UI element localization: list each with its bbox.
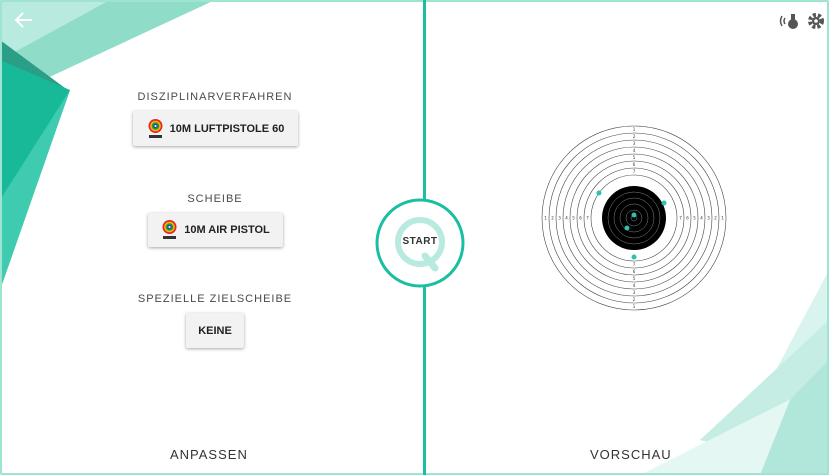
ring-number: 2 [633,297,636,302]
ring-number: 3 [558,216,561,221]
shot-marker [596,190,602,196]
ring-number: 1 [721,216,724,221]
target-label: SCHEIBE [187,193,243,205]
ring-number: 8 [595,216,598,221]
shot-marker [661,200,667,206]
ring-number: 7 [586,216,589,221]
ring-number: 5 [693,216,696,221]
ring-number: 6 [686,216,689,221]
ring-number: 1 [633,127,636,132]
ring-number: 1 [633,304,636,309]
issf-logo-icon [148,118,163,138]
ring-number: 8 [670,216,673,221]
ring-number: 2 [714,216,717,221]
ring-number: 6 [579,216,582,221]
top-toolbar [779,10,827,32]
special-target-select-button[interactable]: KEINE [186,313,244,348]
ring-number: 8 [633,178,636,183]
wireless-remote-icon[interactable] [779,10,801,32]
ring-number: 4 [633,148,636,153]
ring-number: 3 [633,290,636,295]
start-button[interactable]: START [375,198,465,288]
ring-number: 6 [633,269,636,274]
ring-number: 7 [679,216,682,221]
ring-number: 4 [633,283,636,288]
ring-number: 5 [572,216,575,221]
special-target-label: SPEZIELLE ZIELSCHEIBE [137,293,293,305]
target-black-center [602,186,666,250]
preview-tab-label[interactable]: VORSCHAU [590,447,672,462]
shot-marker [624,225,630,231]
ring-number: 7 [633,262,636,267]
arrow-left-icon [14,12,32,28]
start-label: START [402,236,438,247]
discipline-value: 10M LUFTPISTOLE 60 [169,122,285,135]
special-target-value: KEINE [198,324,232,337]
ring-number: 6 [633,162,636,167]
shot-marker [631,212,637,218]
target-value: 10M AIR PISTOL [184,224,270,236]
ring-number: 5 [633,155,636,160]
ring-number: 4 [700,216,703,221]
ring-number: 2 [633,134,636,139]
ring-number: 3 [633,141,636,146]
ring-number: 1 [544,216,547,221]
customize-tab-label[interactable]: ANPASSEN [170,447,248,462]
ring-number: 5 [633,276,636,281]
discipline-select-button[interactable]: 10M LUFTPISTOLE 60 [133,111,298,146]
settings-gear-icon[interactable] [805,10,827,32]
shot-marker [631,254,637,260]
discipline-label: DISZIPLINARVERFAHREN [137,91,293,103]
target-select-button[interactable]: 10M AIR PISTOL [148,213,283,247]
back-button[interactable] [12,9,36,31]
ring-number: 7 [633,169,636,174]
ring-number: 4 [565,216,568,221]
ring-number: 3 [707,216,710,221]
issf-logo-icon [162,220,177,239]
target-preview: 11112222333344445555666677778888 [541,125,727,311]
ring-number: 2 [551,216,554,221]
